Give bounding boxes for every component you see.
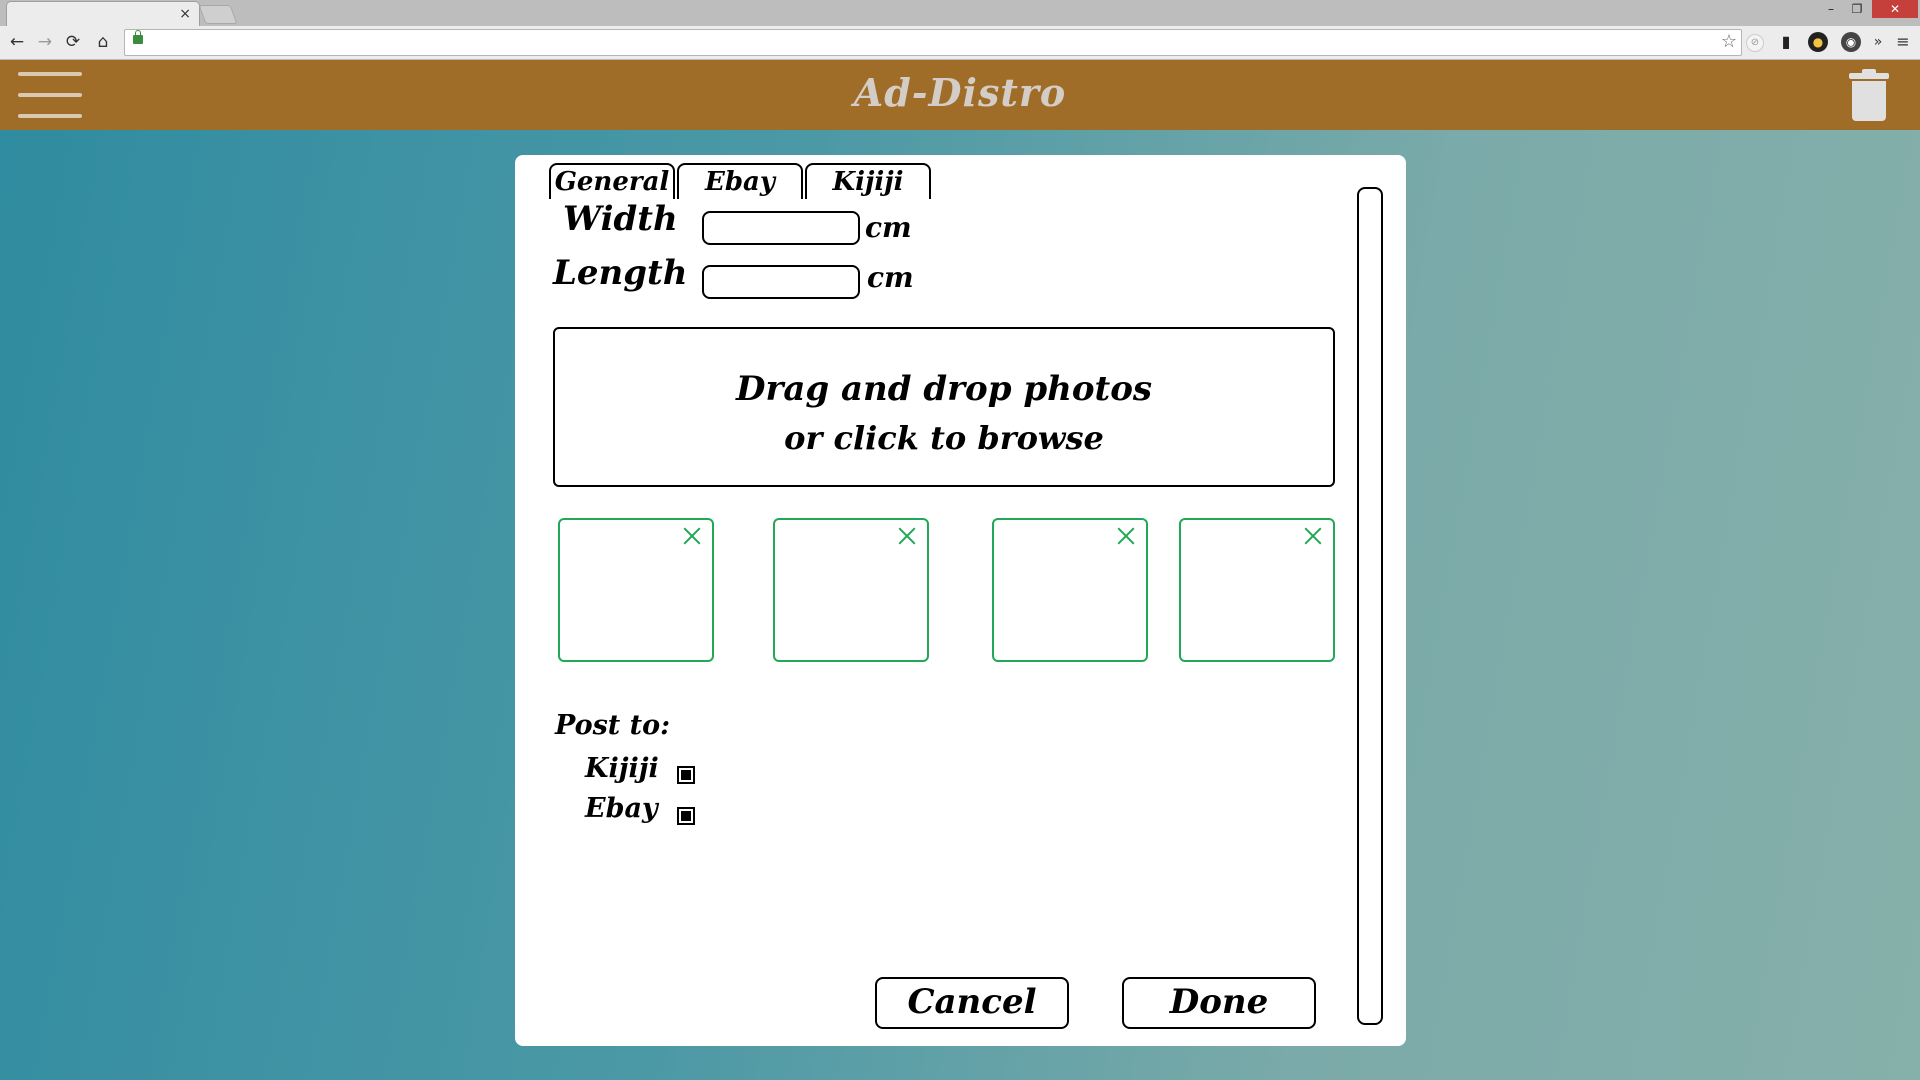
app-title: Ad-Distro bbox=[853, 70, 1067, 115]
remove-photo-icon[interactable] bbox=[682, 526, 702, 546]
cancel-button[interactable]: Cancel bbox=[875, 977, 1069, 1029]
photo-thumbnail[interactable] bbox=[1179, 518, 1335, 662]
width-label: Width bbox=[563, 199, 678, 239]
post-kijiji-checkbox[interactable] bbox=[677, 766, 695, 784]
post-option-ebay-label: Ebay bbox=[585, 793, 658, 824]
photo-thumbnail[interactable] bbox=[773, 518, 929, 662]
remove-photo-icon[interactable] bbox=[1116, 526, 1136, 546]
lock-icon bbox=[133, 30, 143, 44]
bookmark-star-icon[interactable]: ☆ bbox=[1721, 31, 1737, 53]
browser-menu-icon[interactable]: ≡ bbox=[1893, 32, 1913, 52]
trash-icon[interactable] bbox=[1849, 69, 1889, 121]
window-minimize-button[interactable]: – bbox=[1820, 0, 1842, 18]
extensions-overflow-icon[interactable]: » bbox=[1868, 32, 1888, 52]
photo-dropzone[interactable]: Drag and drop photos or click to browse bbox=[553, 327, 1335, 487]
tab-close-icon[interactable]: × bbox=[179, 5, 191, 23]
home-icon[interactable]: ⌂ bbox=[92, 30, 114, 54]
window-maximize-button[interactable]: ❐ bbox=[1846, 0, 1868, 18]
extension-globe-icon[interactable]: ◉ bbox=[1841, 32, 1861, 52]
post-to-label: Post to: bbox=[555, 710, 671, 741]
dropzone-line-1: Drag and drop photos bbox=[735, 369, 1153, 409]
width-input[interactable] bbox=[702, 211, 860, 245]
back-arrow-icon[interactable]: ← bbox=[6, 30, 28, 54]
browser-tab[interactable]: × bbox=[6, 1, 200, 27]
done-button[interactable]: Done bbox=[1122, 977, 1316, 1029]
remove-photo-icon[interactable] bbox=[897, 526, 917, 546]
post-option-kijiji-label: Kijiji bbox=[585, 753, 659, 784]
app-header: Ad-Distro bbox=[0, 60, 1920, 130]
extension-circle-icon[interactable]: ● bbox=[1808, 32, 1828, 52]
width-unit-label: cm bbox=[865, 211, 912, 244]
tab-kijiji[interactable]: Kijiji bbox=[805, 163, 931, 199]
browser-tab-strip: × – ❐ ✕ bbox=[0, 0, 1920, 27]
forward-arrow-icon[interactable]: → bbox=[34, 30, 56, 54]
hamburger-menu-icon[interactable] bbox=[18, 72, 82, 118]
ad-editor-dialog: General Ebay Kijiji Width cm Length cm D… bbox=[515, 155, 1406, 1046]
address-bar[interactable]: ☆ bbox=[124, 29, 1742, 56]
reload-icon[interactable]: ⟳ bbox=[62, 30, 84, 54]
tab-ebay[interactable]: Ebay bbox=[677, 163, 803, 199]
length-label: Length bbox=[553, 253, 688, 293]
extension-blocked-icon[interactable]: ⊘ bbox=[1746, 34, 1764, 52]
dropzone-line-2: or click to browse bbox=[784, 419, 1104, 457]
dialog-scrollbar[interactable] bbox=[1357, 187, 1383, 1025]
window-close-button[interactable]: ✕ bbox=[1872, 0, 1918, 18]
photo-thumbnail[interactable] bbox=[992, 518, 1148, 662]
length-unit-label: cm bbox=[867, 261, 914, 294]
remove-photo-icon[interactable] bbox=[1303, 526, 1323, 546]
new-tab-button[interactable] bbox=[198, 5, 238, 24]
post-ebay-checkbox[interactable] bbox=[677, 807, 695, 825]
extension-phone-icon[interactable]: ▮ bbox=[1776, 32, 1796, 52]
tab-general[interactable]: General bbox=[549, 163, 675, 199]
length-input[interactable] bbox=[702, 265, 860, 299]
photo-thumbnail[interactable] bbox=[558, 518, 714, 662]
browser-toolbar: ← → ⟳ ⌂ ☆ ⊘ ▮ ● ◉ » ≡ bbox=[0, 26, 1920, 60]
